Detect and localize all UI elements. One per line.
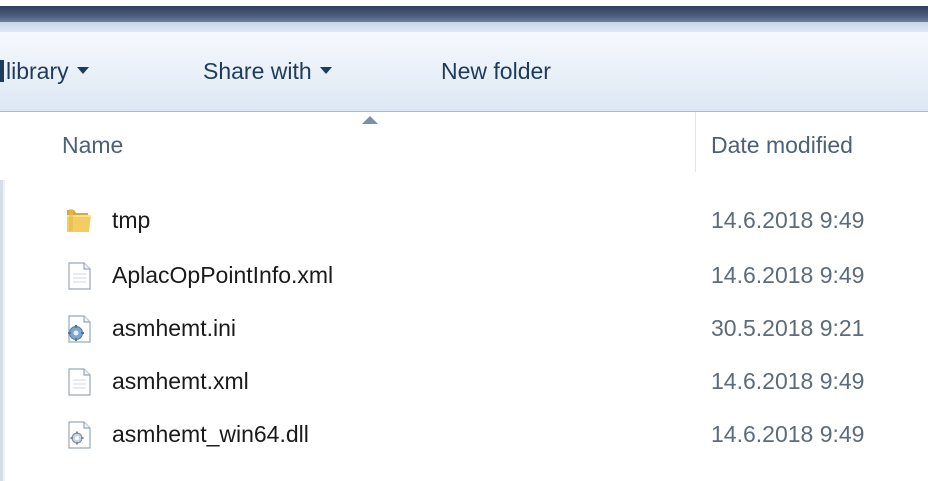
file-row[interactable]: AplacOpPointInfo.xml 14.6.2018 9:49 (0, 250, 928, 302)
settings-file-icon (68, 315, 91, 343)
explorer-window: library Share with New folder Name Date … (0, 0, 928, 481)
file-name: tmp (112, 207, 151, 233)
new-folder-button[interactable]: New folder (441, 58, 551, 85)
title-bar (0, 0, 928, 32)
column-header: Name Date modified (0, 112, 928, 180)
document-icon (68, 368, 91, 396)
file-name: asmhemt.ini (112, 315, 236, 341)
include-in-library-label: library (6, 58, 69, 84)
share-with-button[interactable]: Share with (203, 58, 332, 85)
column-divider[interactable] (695, 112, 696, 172)
file-row[interactable]: tmp 14.6.2018 9:49 (0, 195, 928, 247)
file-row[interactable]: asmhemt.xml 14.6.2018 9:49 (0, 356, 928, 408)
share-with-label: Share with (203, 58, 312, 84)
folder-icon (67, 209, 91, 232)
command-toolbar: library Share with New folder (0, 32, 928, 112)
title-bar-dark (0, 6, 928, 22)
file-row[interactable]: asmhemt_win64.dll 14.6.2018 9:49 (0, 409, 928, 461)
file-date: 14.6.2018 9:49 (711, 368, 865, 394)
chevron-down-icon (319, 67, 332, 75)
new-folder-label: New folder (441, 58, 551, 84)
include-in-library-button[interactable]: library (0, 58, 89, 85)
file-row[interactable]: asmhemt.ini 30.5.2018 9:21 (0, 303, 928, 355)
document-icon (68, 262, 91, 290)
sort-ascending-icon (362, 116, 378, 124)
truncated-text-edge (0, 60, 4, 82)
file-name: asmhemt_win64.dll (112, 421, 309, 447)
file-list: Name Date modified tmp 14.6.2018 9:49 Ap… (0, 112, 928, 481)
column-header-date-modified[interactable]: Date modified (711, 132, 853, 159)
title-bar-light (0, 22, 928, 32)
file-name: asmhemt.xml (112, 368, 249, 394)
column-header-name[interactable]: Name (62, 132, 123, 159)
file-date: 14.6.2018 9:49 (711, 262, 865, 288)
dll-file-icon (68, 421, 91, 449)
file-date: 14.6.2018 9:49 (711, 207, 865, 233)
file-date: 14.6.2018 9:49 (711, 421, 865, 447)
file-name: AplacOpPointInfo.xml (112, 262, 334, 288)
file-date: 30.5.2018 9:21 (711, 315, 865, 341)
chevron-down-icon (76, 67, 89, 75)
